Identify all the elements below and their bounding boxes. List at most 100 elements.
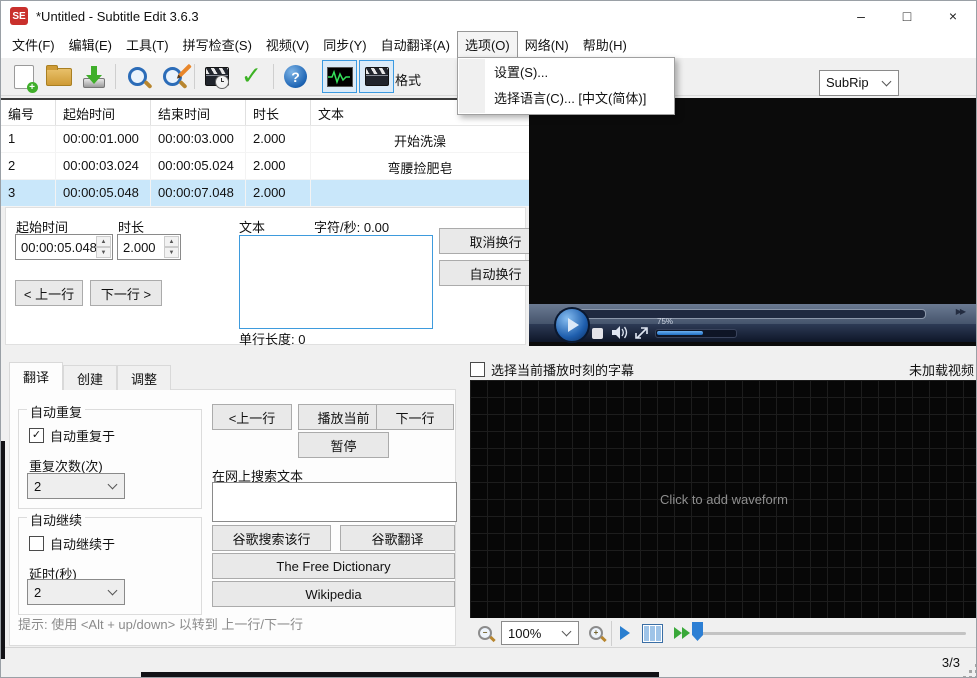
toggle-waveform-button[interactable] xyxy=(322,60,357,93)
menu-item-choose-language[interactable]: 选择语言(C)... [中文(简体)] xyxy=(458,86,674,112)
taskbar-edge-artifact xyxy=(141,672,659,677)
fullscreen-icon[interactable] xyxy=(635,326,649,339)
play-icon[interactable] xyxy=(620,626,630,640)
close-button[interactable]: × xyxy=(930,1,976,31)
spin-down-icon: ▼ xyxy=(164,247,179,258)
menu-edit[interactable]: 编辑(E) xyxy=(62,31,119,58)
spell-check-button[interactable]: ✓ xyxy=(235,61,268,92)
waveform-placeholder[interactable]: Click to add waveform xyxy=(660,492,788,507)
menu-tools[interactable]: 工具(T) xyxy=(119,31,176,58)
open-file-button[interactable] xyxy=(42,61,75,92)
new-file-button[interactable]: + xyxy=(7,61,40,93)
app-icon: SE xyxy=(10,7,28,25)
volume-icon[interactable] xyxy=(611,325,629,340)
format-combobox[interactable]: SubRip xyxy=(819,69,899,96)
toolbar-separator xyxy=(115,64,116,89)
replace-button[interactable] xyxy=(156,61,192,92)
subtitle-list-header: 编号 起始时间 结束时间 时长 文本 xyxy=(1,100,529,126)
fast-forward-icon[interactable] xyxy=(673,626,693,640)
duration-spinner[interactable]: 2.000 ▲ ▼ xyxy=(117,234,181,260)
zoom-out-icon[interactable]: − xyxy=(478,626,496,643)
play-button[interactable] xyxy=(554,307,590,343)
tab-translate[interactable]: 翻译 xyxy=(9,362,64,390)
maximize-button[interactable]: □ xyxy=(884,1,930,31)
subtitle-list: 编号 起始时间 结束时间 时长 文本 1 00:00:01.000 00:00:… xyxy=(1,98,529,207)
menu-sync[interactable]: 同步(Y) xyxy=(316,31,373,58)
save-button[interactable] xyxy=(77,61,110,92)
pause-button[interactable]: 暂停 xyxy=(298,432,389,458)
google-translate-button[interactable]: 谷歌翻译 xyxy=(340,525,455,551)
subtitle-text-area[interactable] xyxy=(239,235,433,329)
wikipedia-button[interactable]: Wikipedia xyxy=(212,581,455,607)
zoom-level-combobox[interactable]: 100% xyxy=(501,621,579,645)
help-icon: ? xyxy=(284,65,307,88)
google-search-line-button[interactable]: 谷歌搜索该行 xyxy=(212,525,331,551)
auto-continue-checkbox[interactable]: 自动继续于 xyxy=(29,534,115,553)
find-button[interactable] xyxy=(121,61,154,92)
start-time-spinner[interactable]: 00:00:05.048 ▲ ▼ xyxy=(15,234,113,260)
menu-bar: 文件(F) 编辑(E) 工具(T) 拼写检查(S) 视频(V) 同步(Y) 自动… xyxy=(1,31,976,115)
table-row-selected[interactable]: 3 00:00:05.048 00:00:07.048 2.000 xyxy=(1,180,529,207)
toggle-video-button[interactable] xyxy=(359,60,394,93)
menu-item-settings[interactable]: 设置(S)... xyxy=(458,60,674,86)
menu-network[interactable]: 网络(N) xyxy=(518,31,576,58)
column-start-time[interactable]: 起始时间 xyxy=(56,100,151,125)
spin-up-icon: ▲ xyxy=(164,236,179,247)
seek-track[interactable] xyxy=(576,309,926,319)
video-columns-icon[interactable] xyxy=(642,623,663,643)
help-button[interactable]: ? xyxy=(279,61,312,92)
select-current-subtitle-checkbox[interactable]: 选择当前播放时刻的字幕 xyxy=(470,360,634,379)
menu-options[interactable]: 选项(O) 设置(S)... 选择语言(C)... [中文(简体)] xyxy=(456,31,675,115)
menu-video[interactable]: 视频(V) xyxy=(259,31,316,58)
checkbox-unchecked-icon[interactable] xyxy=(470,361,485,377)
search-online-input[interactable] xyxy=(212,482,457,522)
edit-panel: 起始时间 00:00:05.048 ▲ ▼ 时长 2.000 ▲ ▼ 文本 字符… xyxy=(5,207,552,347)
resize-grip[interactable] xyxy=(969,670,972,673)
fix-common-errors-button[interactable] xyxy=(200,61,233,92)
column-number[interactable]: 编号 xyxy=(1,100,56,125)
menu-options-label: 选项(O) xyxy=(464,38,510,53)
checkbox-unchecked-icon[interactable] xyxy=(29,536,44,551)
volume-percent-label: 75% xyxy=(657,317,674,326)
spinner-buttons[interactable]: ▲ ▼ xyxy=(164,236,179,258)
auto-continue-group: 自动继续 自动继续于 延时(秒) 2 xyxy=(18,510,202,615)
new-file-icon: + xyxy=(13,64,38,93)
play-icon xyxy=(568,318,579,332)
repeat-count-combobox[interactable]: 2 xyxy=(27,473,125,499)
column-end-time[interactable]: 结束时间 xyxy=(151,100,246,125)
position-slider-track[interactable] xyxy=(702,632,966,635)
stop-button[interactable] xyxy=(592,328,603,339)
waveform-area[interactable]: Click to add waveform xyxy=(470,380,976,618)
chevron-down-icon xyxy=(881,76,892,86)
chars-per-sec-label: 字符/秒: 0.00 xyxy=(314,220,390,235)
spin-down-icon: ▼ xyxy=(96,247,111,258)
zoom-in-icon[interactable]: + xyxy=(589,626,607,643)
next-line-button[interactable]: 下一行 xyxy=(376,404,454,430)
delay-combobox[interactable]: 2 xyxy=(27,579,125,605)
column-duration[interactable]: 时长 xyxy=(246,100,311,125)
forward-icon[interactable]: ▶▶ xyxy=(956,307,966,316)
menu-spellcheck[interactable]: 拼写检查(S) xyxy=(176,31,259,58)
toolbar-separator xyxy=(273,64,274,89)
free-dictionary-button[interactable]: The Free Dictionary xyxy=(212,553,455,579)
tab-create[interactable]: 创建 xyxy=(63,365,118,390)
position-slider-thumb[interactable] xyxy=(692,622,703,641)
spinner-buttons[interactable]: ▲ ▼ xyxy=(96,236,111,258)
previous-line-button[interactable]: <上一行 xyxy=(212,404,292,430)
volume-slider[interactable] xyxy=(655,329,737,338)
table-row[interactable]: 1 00:00:01.000 00:00:03.000 2.000 开始洗澡 xyxy=(1,126,529,153)
video-player[interactable]: ◀◀ ▶▶ 75% xyxy=(529,98,976,346)
menu-file[interactable]: 文件(F) xyxy=(5,31,62,58)
minimize-button[interactable]: – xyxy=(838,1,884,31)
menu-auto-translate[interactable]: 自动翻译(A) xyxy=(374,31,457,58)
tab-adjust[interactable]: 调整 xyxy=(117,365,172,390)
next-line-button[interactable]: 下一行 > xyxy=(90,280,162,306)
position-indicator: 3/3 xyxy=(941,655,960,670)
waveform-icon xyxy=(326,66,353,87)
pencil-icon xyxy=(178,63,192,78)
table-row[interactable]: 2 00:00:03.024 00:00:05.024 2.000 弯腰捡肥皂 xyxy=(1,153,529,180)
checkbox-checked-icon[interactable]: ✓ xyxy=(29,428,44,443)
auto-repeat-checkbox[interactable]: ✓ 自动重复于 xyxy=(29,426,115,445)
previous-line-button[interactable]: < 上一行 xyxy=(15,280,83,306)
menu-help[interactable]: 帮助(H) xyxy=(576,31,634,58)
